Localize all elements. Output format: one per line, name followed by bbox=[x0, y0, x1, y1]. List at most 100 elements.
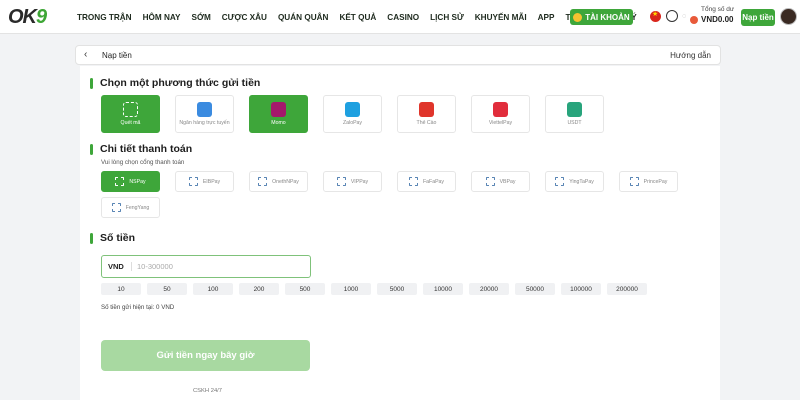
amount-preset-button[interactable]: 50 bbox=[147, 283, 187, 295]
payment-gateway[interactable]: FengYang bbox=[101, 197, 160, 218]
account-button[interactable]: TÀI KHOẢN bbox=[570, 9, 633, 25]
page-title: Nạp tiền bbox=[102, 51, 132, 60]
gateway-hint: Vui lòng chọn cổng thanh toán bbox=[101, 159, 185, 166]
hide-balance-icon[interactable]: ◌ bbox=[682, 13, 686, 20]
nav-item[interactable]: APP bbox=[538, 13, 555, 22]
amount-preset-button[interactable]: 200000 bbox=[607, 283, 647, 295]
method-section-title: Chọn một phương thức gửi tiền bbox=[90, 77, 260, 89]
payment-method[interactable]: Ngân hàng trực tuyến bbox=[175, 95, 234, 133]
payment-gateway[interactable]: OnethNPay bbox=[249, 171, 308, 192]
qr-icon bbox=[123, 102, 138, 117]
payment-method[interactable]: Momo bbox=[249, 95, 308, 133]
nav-item[interactable]: SỚM bbox=[192, 13, 211, 22]
card-icon bbox=[419, 102, 434, 117]
currency-label: VND bbox=[108, 262, 132, 271]
nav-item[interactable]: LỊCH SỬ bbox=[430, 13, 464, 22]
payment-method-label: Thẻ Cào bbox=[416, 120, 437, 126]
payment-method-label: Momo bbox=[271, 120, 286, 126]
main-nav: TRONG TRẬN HÔM NAY SỚM CƯỢC XÂU QUÁN QUÂN KẾT… bbox=[77, 0, 648, 34]
support-headset-icon[interactable] bbox=[666, 10, 678, 22]
payment-method[interactable]: USDT bbox=[545, 95, 604, 133]
balance-value: VND0.00 bbox=[701, 15, 734, 24]
nav-item[interactable]: CƯỢC XÂU bbox=[222, 13, 267, 22]
amount-preset-button[interactable]: 20000 bbox=[469, 283, 509, 295]
qr-icon bbox=[336, 177, 346, 186]
qr-icon bbox=[555, 177, 565, 186]
payment-method[interactable]: ZaloPay bbox=[323, 95, 382, 133]
vietnam-flag-icon[interactable] bbox=[650, 10, 661, 22]
momo-icon bbox=[271, 102, 286, 117]
guide-link[interactable]: Hướng dẫn bbox=[670, 51, 711, 60]
currency-icon bbox=[690, 16, 698, 24]
gateway-label: FengYang bbox=[125, 204, 150, 211]
gateway-label: VIPPay bbox=[350, 178, 369, 185]
amount-preset-button[interactable]: 200 bbox=[239, 283, 279, 295]
payment-method-label: ZaloPay bbox=[342, 120, 363, 126]
qr-icon bbox=[485, 177, 495, 186]
gateway-label: VBPay bbox=[499, 178, 516, 185]
payment-method-label: USDT bbox=[567, 120, 582, 126]
amount-preset-button[interactable]: 500 bbox=[285, 283, 325, 295]
zalopay-icon bbox=[345, 102, 360, 117]
nav-item[interactable]: QUÁN QUÂN bbox=[278, 13, 329, 22]
payment-method[interactable]: Thẻ Cào bbox=[397, 95, 456, 133]
amount-preset-button[interactable]: 10000 bbox=[423, 283, 463, 295]
submit-deposit-button[interactable]: Gửi tiền ngay bây giờ bbox=[101, 340, 310, 371]
payment-method-label: ViettelPay bbox=[488, 120, 513, 126]
top-navbar: OK 9 TRONG TRẬN HÔM NAY SỚM CƯỢC XÂU QUÁN QUÂ… bbox=[0, 0, 800, 34]
balance-label: Tổng số dư bbox=[701, 6, 735, 13]
payment-gateway[interactable]: PrincePay bbox=[619, 171, 678, 192]
gateway-label: PrincePay bbox=[643, 178, 668, 185]
amount-field[interactable] bbox=[137, 262, 297, 271]
qr-icon bbox=[258, 177, 268, 186]
qr-icon bbox=[629, 177, 639, 186]
section-accent-bar bbox=[90, 232, 93, 244]
nav-item[interactable]: KẾT QUẢ bbox=[339, 13, 376, 22]
bank-icon bbox=[197, 102, 212, 117]
details-section-title: Chi tiết thanh toán bbox=[90, 143, 192, 155]
payment-method-label: Quét mã bbox=[120, 120, 141, 126]
qr-icon bbox=[111, 203, 121, 212]
payment-gateway[interactable]: EIBPay bbox=[175, 171, 234, 192]
section-accent-bar bbox=[90, 143, 93, 155]
deposit-panel-header: ‹ Nạp tiền Hướng dẫn bbox=[75, 45, 721, 65]
gateway-label: FaFaPay bbox=[422, 178, 445, 185]
amount-preset-button[interactable]: 1000 bbox=[331, 283, 371, 295]
qr-icon bbox=[188, 177, 198, 186]
payment-method-label: Ngân hàng trực tuyến bbox=[179, 120, 230, 126]
gateway-label: YingTaPay bbox=[569, 178, 594, 185]
nav-item[interactable]: KHUYẾN MÃI bbox=[475, 13, 527, 22]
support-24-7-label[interactable]: CSKH 24/7 bbox=[193, 388, 222, 394]
usdt-icon bbox=[567, 102, 582, 117]
ok9-logo[interactable]: OK 9 bbox=[8, 6, 47, 28]
current-deposit-amount: Số tiền gửi hiện tại: 0 VND bbox=[101, 304, 175, 311]
amount-section-title: Số tiền bbox=[90, 232, 135, 244]
payment-gateway[interactable]: VBPay bbox=[471, 171, 530, 192]
amount-preset-button[interactable]: 100000 bbox=[561, 283, 601, 295]
payment-gateway[interactable]: NSPay bbox=[101, 171, 160, 192]
back-arrow-icon[interactable]: ‹ bbox=[84, 49, 87, 60]
payment-gateway[interactable]: VIPPay bbox=[323, 171, 382, 192]
gateway-label: EIBPay bbox=[202, 178, 221, 185]
amount-input-box[interactable]: VND bbox=[101, 255, 311, 278]
coin-icon bbox=[573, 12, 583, 22]
section-accent-bar bbox=[90, 77, 93, 89]
amount-preset-button[interactable]: 10 bbox=[101, 283, 141, 295]
deposit-button[interactable]: Nạp tiền bbox=[741, 9, 775, 26]
amount-preset-button[interactable]: 5000 bbox=[377, 283, 417, 295]
payment-gateway[interactable]: YingTaPay bbox=[545, 171, 604, 192]
nav-item[interactable]: HÔM NAY bbox=[143, 13, 181, 22]
qr-icon bbox=[115, 177, 125, 186]
gateway-label: OnethNPay bbox=[272, 178, 299, 185]
payment-method[interactable]: Quét mã bbox=[101, 95, 160, 133]
nav-item[interactable]: CASINO bbox=[387, 13, 419, 22]
qr-icon bbox=[408, 177, 418, 186]
payment-gateway[interactable]: FaFaPay bbox=[397, 171, 456, 192]
payment-method[interactable]: ViettelPay bbox=[471, 95, 530, 133]
amount-preset-button[interactable]: 100 bbox=[193, 283, 233, 295]
nav-item[interactable]: TRONG TRẬN bbox=[77, 13, 132, 22]
amount-preset-button[interactable]: 50000 bbox=[515, 283, 555, 295]
gateway-label: NSPay bbox=[129, 178, 146, 185]
avatar[interactable] bbox=[780, 8, 797, 25]
viettel-icon bbox=[493, 102, 508, 117]
